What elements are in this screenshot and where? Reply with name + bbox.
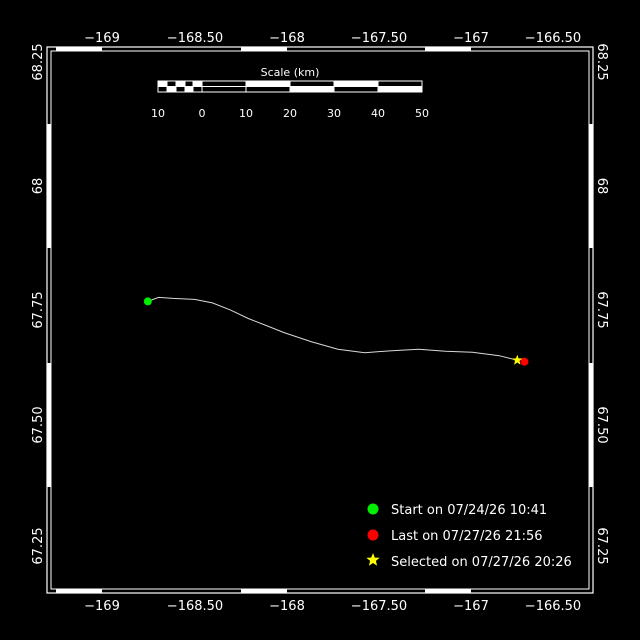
scale-bar-segment: [176, 81, 185, 87]
x-tick-top: −168: [269, 31, 305, 46]
y-tick-left: 67.75: [31, 291, 46, 328]
y-tick-right: 67.25: [594, 527, 609, 564]
frame-tick: [589, 124, 593, 248]
scale-bar-title: Scale (km): [261, 66, 320, 79]
frame-tick: [425, 47, 471, 51]
scale-label: 30: [327, 107, 341, 120]
legend-last-icon: [367, 529, 379, 541]
x-tick-bottom: −167: [453, 599, 489, 614]
legend: Start on 07/24/26 10:41 Last on 07/27/26…: [366, 503, 572, 570]
y-tick-right: 68.25: [594, 43, 609, 80]
scale-label: 20: [283, 107, 297, 120]
frame-tick: [241, 47, 287, 51]
legend-selected-label: Selected on 07/27/26 20:26: [391, 555, 572, 570]
y-tick-left: 68: [31, 178, 46, 195]
scale-label: 0: [199, 107, 206, 120]
scale-bar-segment: [193, 81, 202, 87]
frame-tick: [241, 589, 287, 593]
legend-start-icon: [367, 503, 379, 515]
x-axis-top: −169 −168.50 −168 −167.50 −167 −166.50: [84, 31, 581, 46]
frame-tick: [47, 124, 51, 248]
map-canvas: −169 −168.50 −168 −167.50 −167 −166.50 −…: [31, 31, 609, 614]
legend-start-label: Start on 07/24/26 10:41: [391, 503, 547, 518]
frame-tick: [425, 589, 471, 593]
x-tick-top: −166.50: [525, 31, 581, 46]
y-tick-right: 67.50: [594, 406, 609, 443]
frame-tick: [589, 363, 593, 487]
scale-label: 10: [239, 107, 253, 120]
y-tick-right: 68: [594, 178, 609, 195]
x-tick-top: −169: [84, 31, 120, 46]
scale-bar-segment: [334, 81, 378, 87]
scale-bar-segment: [158, 81, 167, 87]
y-axis-left: 68.25 68 67.75 67.50 67.25: [31, 43, 46, 564]
y-tick-left: 67.25: [31, 527, 46, 564]
x-tick-bottom: −168.50: [167, 599, 223, 614]
frame-tick: [47, 363, 51, 487]
y-axis-right: 68.25 68 67.75 67.50 67.25: [594, 43, 609, 564]
y-tick-left: 67.50: [31, 406, 46, 443]
scale-label: 10: [151, 107, 165, 120]
scale-bar-segment: [167, 86, 176, 92]
x-axis-bottom: −169 −168.50 −168 −167.50 −167 −166.50: [84, 599, 581, 614]
scale-bar-segment: [246, 81, 290, 87]
scale-bar-segment: [290, 86, 334, 92]
start-marker: [143, 297, 152, 306]
y-tick-left: 68.25: [31, 43, 46, 80]
x-tick-bottom: −166.50: [525, 599, 581, 614]
scale-bar-segment: [185, 86, 193, 92]
x-tick-bottom: −169: [84, 599, 120, 614]
y-tick-right: 67.75: [594, 291, 609, 328]
frame-tick: [56, 589, 102, 593]
drifter-track-line: [147, 296, 518, 361]
x-tick-bottom: −167.50: [351, 599, 407, 614]
x-tick-top: −168.50: [167, 31, 223, 46]
scale-bar-segment: [378, 86, 422, 92]
scale-label: 50: [415, 107, 429, 120]
legend-selected-star-icon: [366, 553, 380, 566]
x-tick-bottom: −168: [269, 599, 305, 614]
legend-last-label: Last on 07/27/26 21:56: [391, 529, 543, 544]
x-tick-top: −167: [453, 31, 489, 46]
x-tick-top: −167.50: [351, 31, 407, 46]
scale-label: 40: [371, 107, 385, 120]
frame-tick: [56, 47, 102, 51]
scale-bar: Scale (km) 10 0 10 20 30 40 50: [151, 66, 429, 120]
